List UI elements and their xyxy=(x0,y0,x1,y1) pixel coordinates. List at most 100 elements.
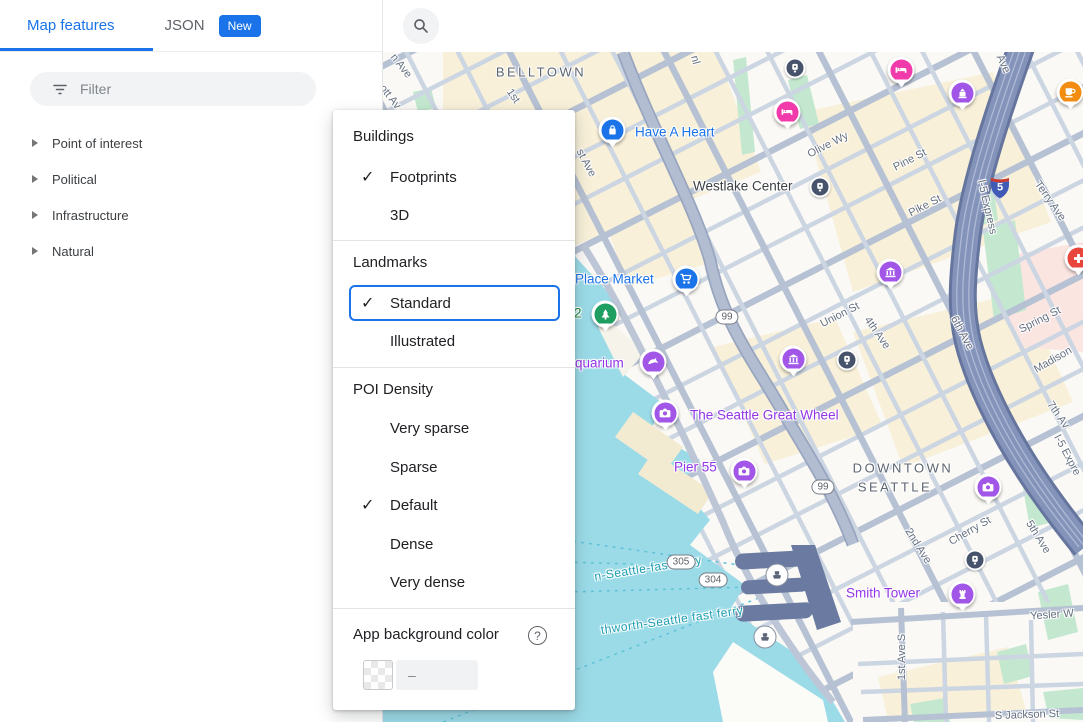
tree-item-label: Natural xyxy=(52,244,94,259)
divider xyxy=(333,240,575,241)
filter-pill[interactable] xyxy=(30,72,316,106)
color-value-field[interactable]: – xyxy=(396,660,478,690)
street-label: Cherry St xyxy=(947,514,993,548)
poi-label-pier-62-partial[interactable]: 2 xyxy=(574,306,582,321)
tree-item-label: Political xyxy=(52,172,97,187)
street-label: n Ave xyxy=(388,52,414,80)
tree-item-infrastructure[interactable]: Infrastructure xyxy=(0,197,383,233)
street-label: 5th Ave xyxy=(1023,518,1053,555)
check-icon: ✓ xyxy=(361,495,381,515)
option-standard[interactable]: ✓ Standard xyxy=(333,285,575,321)
ferry-icon[interactable] xyxy=(754,626,777,649)
cafe-pin[interactable] xyxy=(1057,79,1083,106)
attraction-pin[interactable] xyxy=(652,400,679,427)
transit-station-icon[interactable] xyxy=(810,177,831,198)
attraction-pin[interactable] xyxy=(975,474,1002,501)
aquarium-pin[interactable] xyxy=(640,349,667,376)
style-editor-panel: Map features JSON New xyxy=(0,0,383,722)
section-title-app-background: App background color xyxy=(353,626,499,643)
poi-label-great-wheel[interactable]: The Seattle Great Wheel xyxy=(690,408,839,423)
attraction-pin[interactable] xyxy=(731,458,758,485)
area-label-downtown: DOWNTOWN xyxy=(853,461,954,476)
option-very-dense[interactable]: Very dense xyxy=(333,564,575,600)
poi-label-place-market[interactable]: Place Market xyxy=(575,272,654,287)
expand-arrow-icon[interactable] xyxy=(32,211,38,219)
feature-tree: Point of interest Political Infrastructu… xyxy=(0,125,383,269)
poi-label-have-a-heart[interactable]: Have A Heart xyxy=(635,125,715,140)
search-button[interactable] xyxy=(403,8,439,44)
hospital-pin[interactable] xyxy=(1065,245,1083,272)
shopping-bag-icon xyxy=(601,119,623,141)
hotel-pin[interactable] xyxy=(888,57,915,84)
tree-item-natural[interactable]: Natural xyxy=(0,233,383,269)
expand-arrow-icon[interactable] xyxy=(32,247,38,255)
shopping-pin[interactable] xyxy=(599,117,626,144)
route-shield-99: 99 xyxy=(811,480,834,495)
street-label: ott Av xyxy=(383,83,403,112)
museum-icon xyxy=(782,348,804,370)
map-toolbar xyxy=(383,0,1083,52)
transparent-color-swatch[interactable] xyxy=(363,660,393,690)
tab-json[interactable]: JSON xyxy=(165,17,205,34)
option-label: Very dense xyxy=(390,574,465,591)
poi-label-westlake-center[interactable]: Westlake Center xyxy=(693,179,793,194)
transit-station-icon[interactable] xyxy=(785,58,806,79)
street-label: st Ave xyxy=(574,147,599,179)
active-tab-indicator xyxy=(0,48,153,51)
editor-tabs: Map features JSON New xyxy=(0,0,382,52)
ferry-route-label: thworth-Seattle fast ferry xyxy=(600,603,744,637)
filter-icon xyxy=(53,84,67,95)
poi-label-smith-tower[interactable]: Smith Tower xyxy=(846,586,920,601)
expand-arrow-icon[interactable] xyxy=(32,139,38,147)
street-label: 1st xyxy=(504,87,522,106)
street-label: Yesler W xyxy=(1030,607,1074,622)
new-badge: New xyxy=(219,15,261,37)
route-shield-304: 304 xyxy=(699,573,728,588)
street-label: Olive Wy xyxy=(806,130,851,161)
street-label: nl xyxy=(688,54,702,65)
option-illustrated[interactable]: Illustrated xyxy=(333,323,575,359)
street-label: 2nd Ave xyxy=(902,526,933,566)
street-label: 1st Ave S xyxy=(896,634,908,680)
museum-pin[interactable] xyxy=(780,346,807,373)
museum-pin[interactable] xyxy=(877,259,904,286)
transit-station-icon[interactable] xyxy=(837,350,858,371)
street-label: Terry Ave xyxy=(1032,179,1068,223)
option-sparse[interactable]: Sparse xyxy=(333,449,575,485)
grocery-pin[interactable] xyxy=(673,266,700,293)
street-label: Pike St xyxy=(907,193,944,220)
shopping-cart-icon xyxy=(675,268,697,290)
tab-map-features[interactable]: Map features xyxy=(27,17,115,34)
hotel-pin[interactable] xyxy=(774,99,801,126)
tree-item-political[interactable]: Political xyxy=(0,161,383,197)
option-very-sparse[interactable]: Very sparse xyxy=(333,410,575,446)
transit-station-icon[interactable] xyxy=(965,550,986,571)
poi-label-aquarium[interactable]: quarium xyxy=(575,356,624,371)
option-label: Default xyxy=(390,497,438,514)
street-label: Spring St xyxy=(1017,304,1063,335)
place-of-worship-pin[interactable] xyxy=(949,80,976,107)
dolphin-icon xyxy=(642,351,664,373)
poi-label-pier-55[interactable]: Pier 55 xyxy=(674,460,717,475)
option-default[interactable]: ✓ Default xyxy=(333,487,575,523)
street-label: Madison xyxy=(1032,344,1074,375)
ferry-icon[interactable] xyxy=(766,564,789,587)
expand-arrow-icon[interactable] xyxy=(32,175,38,183)
landmark-pin[interactable] xyxy=(949,581,976,608)
section-title-buildings: Buildings xyxy=(353,128,414,145)
route-shield-99: 99 xyxy=(715,310,738,325)
option-3d[interactable]: 3D xyxy=(333,197,575,233)
tree-item-label: Point of interest xyxy=(52,136,142,151)
help-icon[interactable]: ? xyxy=(528,626,547,645)
park-pin[interactable] xyxy=(592,301,619,328)
route-shield-305: 305 xyxy=(667,555,696,570)
tree-item-point-of-interest[interactable]: Point of interest xyxy=(0,125,383,161)
filter-input[interactable] xyxy=(80,81,280,97)
temple-icon xyxy=(951,82,973,104)
option-footprints[interactable]: ✓ Footprints xyxy=(333,159,575,195)
camera-icon xyxy=(733,460,755,482)
option-dense[interactable]: Dense xyxy=(333,526,575,562)
tree-item-label: Infrastructure xyxy=(52,208,129,223)
option-label: Illustrated xyxy=(390,333,455,350)
interstate-5-shield: 5 xyxy=(989,177,1011,200)
